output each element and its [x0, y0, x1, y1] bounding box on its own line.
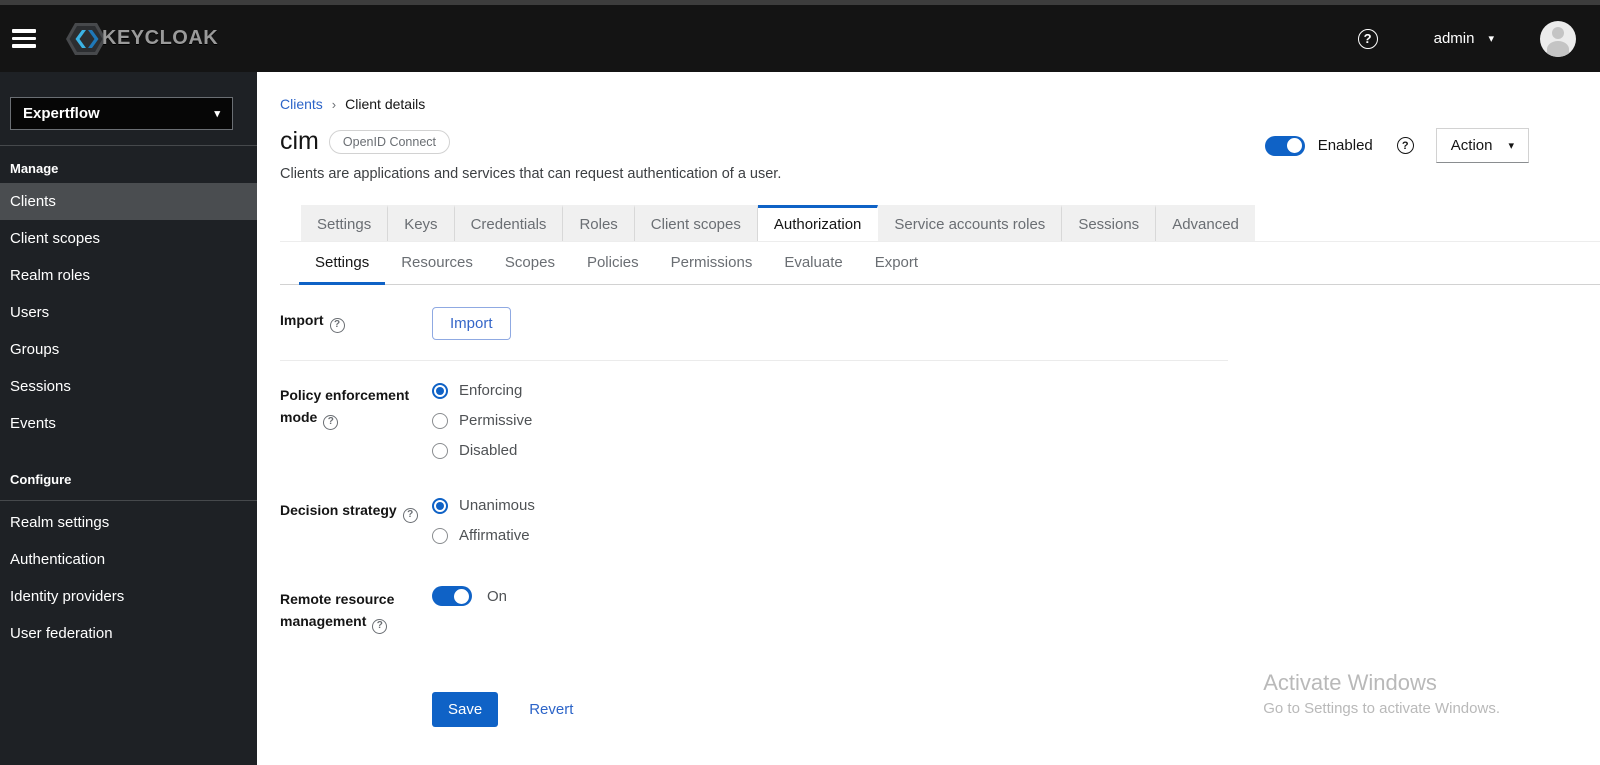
realm-selector[interactable]: Expertflow ▾ [10, 97, 233, 130]
sidebar-item-events[interactable]: Events [0, 405, 257, 442]
remote-resource-management-label: Remote resource management? [280, 586, 432, 634]
sidebar-item-clients[interactable]: Clients [0, 183, 257, 220]
radio-icon [432, 527, 448, 544]
subtab-permissions[interactable]: Permissions [655, 242, 769, 284]
masthead: KEYCLOAK ? admin ▾ [0, 5, 1600, 72]
tab-bar: Settings Keys Credentials Roles Client s… [280, 205, 1600, 242]
sidebar-item-groups[interactable]: Groups [0, 331, 257, 368]
breadcrumb-current: Client details [345, 96, 426, 112]
breadcrumb-clients-link[interactable]: Clients [280, 96, 323, 112]
username: admin [1433, 30, 1475, 47]
tab-sessions[interactable]: Sessions [1062, 205, 1157, 241]
avatar[interactable] [1540, 20, 1576, 57]
help-icon[interactable]: ? [402, 507, 418, 523]
sidebar-item-realm-roles[interactable]: Realm roles [0, 257, 257, 294]
help-icon[interactable]: ? [372, 618, 388, 634]
action-dropdown-label: Action [1450, 137, 1493, 154]
policy-enforcement-mode-label: Policy enforcement mode? [280, 382, 432, 472]
revert-link[interactable]: Revert [529, 701, 573, 718]
breadcrumb: Clients › Client details [280, 96, 1600, 112]
radio-affirmative[interactable]: Affirmative [432, 527, 1600, 544]
subtab-evaluate[interactable]: Evaluate [768, 242, 858, 284]
subtab-settings[interactable]: Settings [299, 242, 386, 285]
subtab-resources[interactable]: Resources [385, 242, 489, 284]
sidebar-item-realm-settings[interactable]: Realm settings [0, 504, 257, 541]
sidebar-item-sessions[interactable]: Sessions [0, 368, 257, 405]
decision-strategy-label: Decision strategy? [280, 497, 432, 557]
form-divider [280, 360, 1228, 361]
enabled-label: Enabled [1317, 137, 1373, 154]
action-dropdown[interactable]: Action ▾ [1435, 128, 1529, 163]
tab-advanced[interactable]: Advanced [1156, 205, 1255, 241]
main-content: Clients › Client details cim OpenID Conn… [257, 72, 1600, 765]
tab-credentials[interactable]: Credentials [454, 205, 564, 241]
radio-icon [432, 442, 448, 459]
sidebar-section-manage: Manage [10, 161, 59, 176]
chevron-down-icon: ▾ [214, 108, 220, 120]
help-icon[interactable]: ? [329, 317, 345, 333]
watermark-subtitle: Go to Settings to activate Windows. [1263, 700, 1500, 717]
sidebar: Expertflow ▾ Manage Clients Client scope… [0, 72, 257, 765]
subtab-scopes[interactable]: Scopes [489, 242, 571, 284]
activate-windows-watermark: Activate Windows Go to Settings to activ… [1263, 670, 1500, 717]
tab-keys[interactable]: Keys [388, 205, 455, 241]
help-icon[interactable]: ? [323, 414, 339, 430]
radio-enforcing[interactable]: Enforcing [432, 382, 1600, 399]
import-label: Import? [280, 307, 432, 340]
radio-disabled[interactable]: Disabled [432, 442, 1600, 459]
sidebar-divider [0, 500, 257, 501]
radio-unanimous[interactable]: Unanimous [432, 497, 1600, 514]
tab-service-accounts-roles[interactable]: Service accounts roles [878, 205, 1063, 241]
chevron-right-icon: › [331, 96, 337, 112]
sidebar-item-identity-providers[interactable]: Identity providers [0, 578, 257, 615]
chevron-down-icon: ▾ [1508, 140, 1514, 152]
keycloak-logo-text: KEYCLOAK [102, 27, 219, 49]
import-button[interactable]: Import [432, 307, 511, 340]
user-menu[interactable]: admin ▾ [1434, 30, 1494, 47]
radio-icon [432, 412, 448, 429]
authorization-settings-form: Import? Import Policy enforcement mode? … [280, 307, 1600, 727]
sidebar-item-client-scopes[interactable]: Client scopes [0, 220, 257, 257]
sidebar-item-users[interactable]: Users [0, 294, 257, 331]
enabled-toggle[interactable] [1264, 135, 1305, 156]
toggle-state-label: On [487, 587, 508, 605]
subtab-policies[interactable]: Policies [571, 242, 655, 284]
subtab-bar: Settings Resources Scopes Policies Permi… [280, 242, 1600, 285]
radio-permissive[interactable]: Permissive [432, 412, 1600, 429]
sidebar-section-configure: Configure [10, 472, 72, 487]
radio-icon [432, 497, 448, 514]
protocol-badge: OpenID Connect [328, 129, 450, 154]
keycloak-logo: KEYCLOAK [64, 20, 218, 58]
help-icon[interactable]: ? [1357, 28, 1378, 49]
sidebar-item-user-federation[interactable]: User federation [0, 615, 257, 652]
tab-client-scopes[interactable]: Client scopes [634, 205, 758, 241]
remote-resource-management-toggle[interactable] [432, 586, 472, 606]
tab-roles[interactable]: Roles [563, 205, 635, 241]
subtab-export[interactable]: Export [859, 242, 934, 284]
page-description: Clients are applications and services th… [280, 166, 782, 182]
radio-icon [432, 382, 448, 399]
realm-selector-value: Expertflow [23, 105, 100, 122]
page-title: cim [280, 127, 319, 155]
help-icon[interactable]: ? [1396, 137, 1414, 154]
hamburger-menu-icon[interactable] [12, 29, 36, 48]
watermark-title: Activate Windows [1263, 670, 1437, 695]
tab-settings[interactable]: Settings [301, 205, 389, 241]
chevron-down-icon: ▾ [1488, 33, 1494, 45]
sidebar-item-authentication[interactable]: Authentication [0, 541, 257, 578]
tab-authorization[interactable]: Authorization [757, 205, 879, 241]
save-button[interactable]: Save [432, 691, 499, 727]
